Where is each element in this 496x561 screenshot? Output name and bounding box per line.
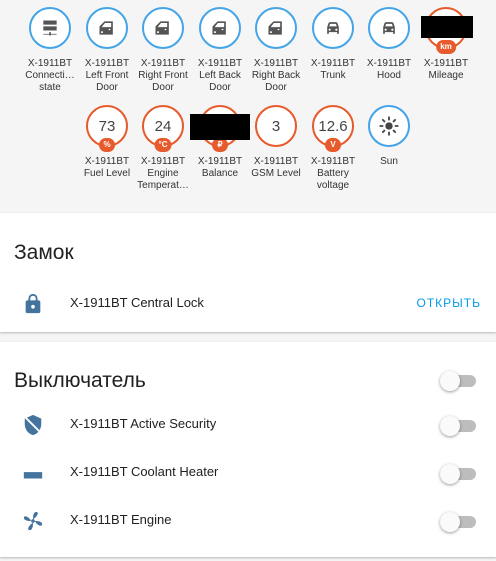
- toggle-knob: [440, 464, 460, 484]
- badge-hood[interactable]: X-1911BT Hood: [361, 7, 417, 82]
- lock-card: Замок X-1911BT Central Lock ОТКРЫТЬ: [0, 213, 496, 332]
- badge-left-front-door[interactable]: X-1911BT Left Front Door: [79, 7, 135, 94]
- badge-battery-voltage[interactable]: 12.6 V X-1911BT Battery voltage: [305, 105, 361, 192]
- badge-label: X-1911BT Connecti… state: [25, 58, 75, 93]
- car-icon: [327, 22, 339, 34]
- switch-card: Выключатель X-1911BT Active Security X-1…: [0, 342, 496, 557]
- badge-label: X-1911BT Engine Temperat…: [137, 156, 189, 191]
- badge-value: 12.6: [318, 117, 348, 135]
- badge-circle: [312, 7, 354, 49]
- unit-badge: V: [325, 138, 341, 152]
- switch-row-active-security: X-1911BT Active Security: [0, 404, 496, 444]
- redaction-box: [421, 16, 473, 38]
- badge-engine-temperature[interactable]: 24 °C X-1911BT Engine Temperat…: [135, 105, 191, 192]
- server-icon: [43, 20, 57, 36]
- badges-area: X-1911BT Connecti… state X-1911BT Left F…: [0, 0, 496, 210]
- unit-badge: km: [436, 40, 456, 54]
- badge-circle: 12.6 V: [312, 105, 354, 152]
- toggle-knob: [440, 512, 460, 532]
- badge-circle: 3: [255, 105, 297, 147]
- badge-label: X-1911BT Hood: [366, 58, 412, 81]
- badge-connection-state[interactable]: X-1911BT Connecti… state: [22, 7, 78, 94]
- coolant-heater-toggle[interactable]: [440, 464, 476, 484]
- car-door-icon: [268, 21, 282, 35]
- badge-label: X-1911BT Right Back Door: [251, 58, 301, 93]
- badge-circle: [199, 7, 241, 49]
- radiator-icon: [23, 472, 43, 479]
- lock-row: X-1911BT Central Lock ОТКРЫТЬ: [0, 283, 496, 323]
- unit-badge: %: [99, 138, 115, 152]
- switch-card-title: Выключатель: [14, 369, 146, 392]
- toggle-knob: [440, 416, 460, 436]
- badge-label: X-1911BT Fuel Level: [83, 156, 131, 179]
- engine-toggle[interactable]: [440, 512, 476, 532]
- badge-circle: [368, 7, 410, 49]
- shield-off-icon: [24, 414, 42, 436]
- badge-value: 3: [271, 117, 281, 135]
- badge-value: 73: [98, 117, 116, 135]
- master-toggle[interactable]: [440, 371, 476, 391]
- badge-label: X-1911BT Right Front Door: [138, 58, 188, 93]
- redaction-box: [190, 114, 250, 140]
- active-security-label[interactable]: X-1911BT Active Security: [70, 416, 216, 431]
- unit-badge: °C: [154, 138, 172, 152]
- badge-label: X-1911BT GSM Level: [251, 156, 301, 179]
- sun-icon: [379, 116, 399, 136]
- badge-label: X-1911BT Battery voltage: [310, 156, 356, 191]
- badge-circle: [29, 7, 71, 49]
- badge-circle: 73 %: [86, 105, 128, 152]
- badge-label: X-1911BT Balance: [197, 156, 243, 179]
- fan-icon: [23, 511, 43, 531]
- badge-circle: 24 °C: [142, 105, 184, 152]
- badge-right-back-door[interactable]: X-1911BT Right Back Door: [248, 7, 304, 94]
- badge-label: X-1911BT Left Front Door: [84, 58, 130, 93]
- central-lock-label[interactable]: X-1911BT Central Lock: [70, 295, 204, 310]
- badge-gsm-level[interactable]: 3 X-1911BT GSM Level: [248, 105, 304, 180]
- unlock-button[interactable]: ОТКРЫТЬ: [417, 296, 482, 310]
- lock-card-title: Замок: [14, 241, 74, 264]
- active-security-toggle[interactable]: [440, 416, 476, 436]
- switch-row-engine: X-1911BT Engine: [0, 500, 496, 540]
- badge-label: X-1911BT Trunk: [310, 58, 356, 81]
- lock-icon: [25, 293, 41, 314]
- badge-sun[interactable]: Sun: [361, 105, 417, 168]
- coolant-heater-label[interactable]: X-1911BT Coolant Heater: [70, 464, 218, 479]
- badge-right-front-door[interactable]: X-1911BT Right Front Door: [135, 7, 191, 94]
- badge-circle: [255, 7, 297, 49]
- unit-badge: ₽: [212, 138, 228, 152]
- engine-label[interactable]: X-1911BT Engine: [70, 512, 171, 527]
- toggle-knob: [440, 371, 460, 391]
- car-icon: [383, 22, 395, 34]
- badge-trunk[interactable]: X-1911BT Trunk: [305, 7, 361, 82]
- badge-left-back-door[interactable]: X-1911BT Left Back Door: [192, 7, 248, 94]
- badge-value: 24: [154, 117, 172, 135]
- car-door-icon: [155, 21, 169, 35]
- badge-label: Sun: [380, 156, 398, 167]
- badge-label: X-1911BT Left Back Door: [197, 58, 243, 93]
- badge-circle: [142, 7, 184, 49]
- badge-circle: [86, 7, 128, 49]
- badge-fuel-level[interactable]: 73 % X-1911BT Fuel Level: [79, 105, 135, 180]
- car-door-icon: [212, 21, 226, 35]
- switch-row-coolant-heater: X-1911BT Coolant Heater: [0, 452, 496, 492]
- car-door-icon: [99, 21, 113, 35]
- badge-circle: [368, 105, 410, 147]
- badge-label: X-1911BT Mileage: [423, 58, 469, 81]
